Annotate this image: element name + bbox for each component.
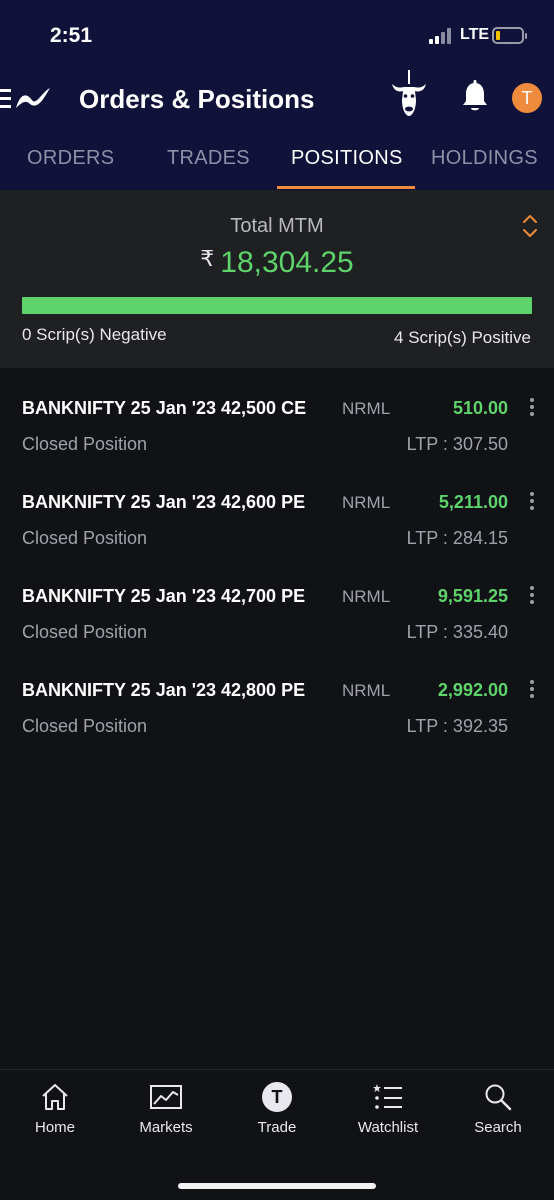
home-icon <box>42 1084 68 1110</box>
menu-icon[interactable] <box>0 84 52 114</box>
markets-chart-icon <box>150 1085 182 1109</box>
mtm-summary-panel: Total MTM ₹18,304.25 0 Scrip(s) Negative… <box>0 190 554 368</box>
nav-trade[interactable]: T Trade <box>227 1082 327 1142</box>
position-row[interactable]: BANKNIFTY 25 Jan '23 42,700 PE NRML 9,59… <box>0 556 554 650</box>
app-bar: Orders & Positions T <box>0 70 554 130</box>
positive-bar-fill <box>22 297 532 314</box>
active-tab-indicator <box>277 186 415 189</box>
position-pnl: 9,591.25 <box>437 586 508 606</box>
positive-count: 4 Scrip(s) Positive <box>394 328 531 347</box>
position-product: NRML <box>342 681 391 700</box>
position-product: NRML <box>342 399 391 418</box>
position-status: Closed Position <box>22 528 148 548</box>
tab-positions[interactable]: POSITIONS <box>291 147 403 170</box>
negative-count: 0 Scrip(s) Negative <box>22 325 167 344</box>
tab-holdings[interactable]: HOLDINGS <box>431 147 538 170</box>
trade-icon: T <box>262 1082 292 1112</box>
bottom-nav: Home Markets T Trade Watchlist Search <box>0 1069 554 1200</box>
position-status: Closed Position <box>22 434 148 454</box>
position-ltp: LTP : 307.50 <box>406 434 508 454</box>
position-name: BANKNIFTY 25 Jan '23 42,600 PE <box>22 492 306 512</box>
signal-icon <box>429 28 455 44</box>
position-row[interactable]: BANKNIFTY 25 Jan '23 42,600 PE NRML 5,21… <box>0 462 554 556</box>
watchlist-icon <box>373 1084 402 1109</box>
nav-watchlist-label: Watchlist <box>357 1119 419 1136</box>
nav-search[interactable]: Search <box>448 1082 548 1142</box>
battery-icon <box>492 27 527 44</box>
currency-symbol: ₹ <box>200 246 215 271</box>
position-ltp: LTP : 392.35 <box>406 716 508 736</box>
app-logo-icon <box>16 88 50 108</box>
status-time: 2:51 <box>50 24 93 47</box>
position-row[interactable]: BANKNIFTY 25 Jan '23 42,800 PE NRML 2,99… <box>0 650 554 744</box>
position-name: BANKNIFTY 25 Jan '23 42,500 CE <box>22 398 307 418</box>
network-type: LTE <box>460 26 490 43</box>
mtm-value-row: ₹18,304.25 <box>0 246 554 280</box>
position-status: Closed Position <box>22 716 148 736</box>
more-vertical-icon[interactable] <box>525 586 539 606</box>
position-pnl: 2,992.00 <box>437 680 508 700</box>
avatar[interactable]: T <box>512 83 542 113</box>
position-product: NRML <box>342 493 391 512</box>
nav-home-label: Home <box>34 1119 75 1136</box>
tab-orders[interactable]: ORDERS <box>27 147 114 170</box>
more-vertical-icon[interactable] <box>525 492 539 512</box>
more-vertical-icon[interactable] <box>525 398 539 418</box>
position-pnl: 510.00 <box>452 398 508 418</box>
nav-search-label: Search <box>474 1119 522 1136</box>
top-header: 2:51 LTE Orders & Positions T ORDERS TRA… <box>0 0 554 190</box>
tab-bar: ORDERS TRADES POSITIONS HOLDINGS <box>0 135 554 190</box>
position-name: BANKNIFTY 25 Jan '23 42,800 PE <box>22 680 306 700</box>
search-icon <box>485 1084 512 1111</box>
nav-markets-label: Markets <box>139 1119 193 1136</box>
position-ltp: LTP : 335.40 <box>406 622 508 642</box>
bell-icon[interactable] <box>460 80 490 114</box>
position-row[interactable]: BANKNIFTY 25 Jan '23 42,500 CE NRML 510.… <box>0 368 554 462</box>
bull-icon[interactable] <box>390 70 428 118</box>
tab-trades[interactable]: TRADES <box>167 147 250 170</box>
screen: 2:51 LTE Orders & Positions T ORDERS TRA… <box>0 0 554 1200</box>
page-title: Orders & Positions <box>79 84 315 114</box>
position-name: BANKNIFTY 25 Jan '23 42,700 PE <box>22 586 306 606</box>
position-product: NRML <box>342 587 391 606</box>
home-indicator <box>178 1183 376 1189</box>
position-pnl: 5,211.00 <box>438 492 508 512</box>
position-status: Closed Position <box>22 622 148 642</box>
sort-icon[interactable] <box>521 212 539 240</box>
nav-markets[interactable]: Markets <box>116 1082 216 1142</box>
mtm-label: Total MTM <box>230 215 324 237</box>
positive-negative-bar <box>22 297 532 314</box>
status-bar: 2:51 LTE <box>0 0 554 70</box>
nav-home[interactable]: Home <box>5 1082 105 1142</box>
nav-trade-label: Trade <box>257 1119 297 1136</box>
nav-watchlist[interactable]: Watchlist <box>338 1082 438 1142</box>
mtm-value: 18,304.25 <box>220 246 354 279</box>
position-ltp: LTP : 284.15 <box>406 528 508 548</box>
positions-list: BANKNIFTY 25 Jan '23 42,500 CE NRML 510.… <box>0 368 554 744</box>
more-vertical-icon[interactable] <box>525 680 539 700</box>
